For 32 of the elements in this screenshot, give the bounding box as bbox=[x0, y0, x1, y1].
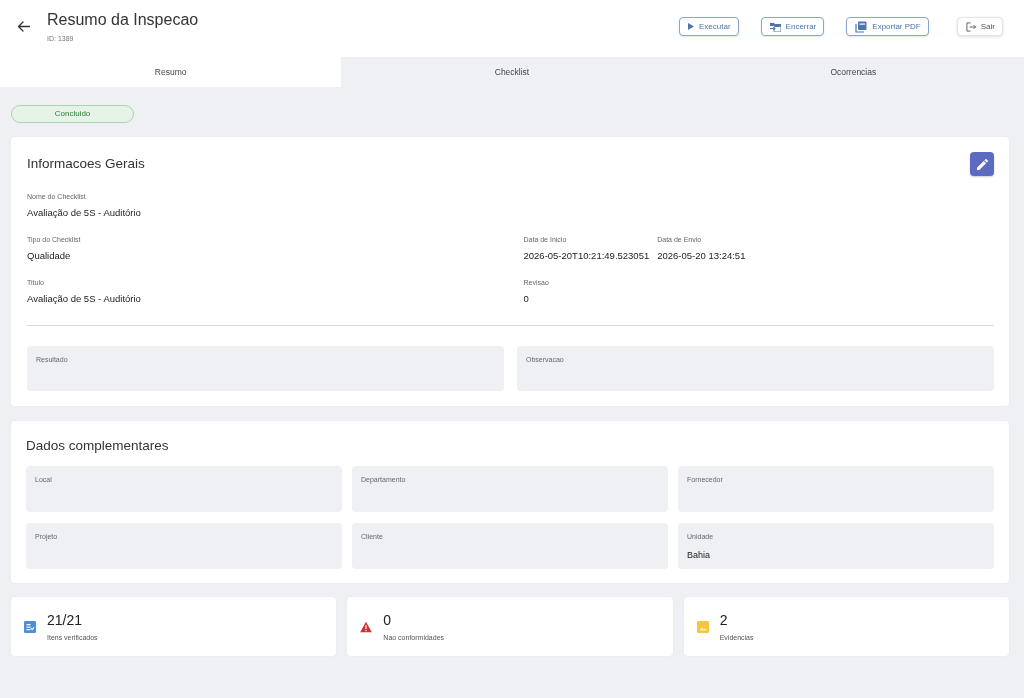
field-value: 0 bbox=[523, 292, 530, 305]
back-button[interactable] bbox=[17, 21, 30, 32]
image-icon bbox=[696, 620, 709, 633]
checklist-icon bbox=[24, 620, 36, 633]
close-button[interactable]: Encerrar bbox=[760, 17, 825, 36]
section-title: Informacoes Gerais bbox=[27, 155, 145, 173]
section-title: Dados complementares bbox=[26, 437, 170, 455]
field-value: Avaliação de 5S - Auditório bbox=[27, 292, 141, 305]
document-stack-icon bbox=[855, 20, 868, 33]
exit-button[interactable]: Sair bbox=[956, 17, 1003, 36]
tab[interactable]: Checklist bbox=[341, 57, 683, 87]
stat-value: 2 bbox=[719, 611, 729, 629]
field-value: 2026-05-20T10:21:49.523051 bbox=[523, 249, 650, 262]
folder-arrow-icon bbox=[769, 21, 781, 32]
export-button[interactable]: Exportar PDF bbox=[846, 17, 929, 36]
play-icon bbox=[688, 23, 695, 30]
field-value: 2026-05-20 13:24:51 bbox=[657, 249, 746, 262]
execute-button[interactable]: Executar bbox=[679, 17, 739, 36]
field-value: Qualidade bbox=[27, 249, 72, 262]
tab[interactable]: Ocorrencias bbox=[682, 57, 1024, 87]
tab[interactable]: Resumo bbox=[0, 57, 342, 87]
field-value: Avaliação de 5S - Auditório bbox=[27, 206, 141, 219]
edit-button[interactable] bbox=[970, 152, 994, 176]
stat-value: 0 bbox=[383, 611, 393, 629]
back-arrow-icon bbox=[17, 21, 30, 32]
warning-icon bbox=[360, 620, 373, 633]
page-title: Resumo da Inspecao bbox=[47, 10, 199, 30]
field-value: Bahia bbox=[687, 549, 712, 562]
pencil-icon bbox=[976, 158, 988, 170]
status-badge: Concluido bbox=[11, 105, 134, 123]
stat-value: 21/21 bbox=[47, 611, 84, 629]
logout-icon bbox=[965, 21, 976, 32]
